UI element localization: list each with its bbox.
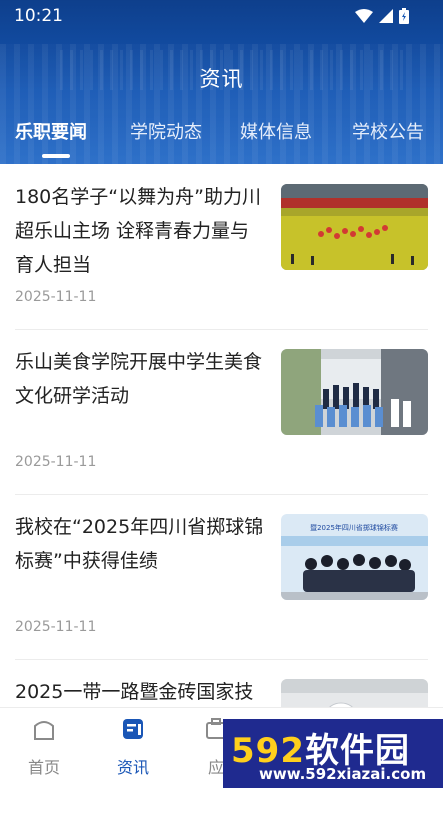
news-title: 我校在“2025年四川省掷球锦标赛”中获得佳绩	[15, 516, 264, 572]
tabbar-news[interactable]: 资讯	[103, 716, 163, 778]
tab-school-notices[interactable]: 学校公告	[352, 118, 424, 144]
signal-icon	[379, 9, 393, 23]
page-title: 资讯	[199, 67, 244, 91]
wifi-icon	[355, 9, 373, 23]
news-thumbnail	[281, 184, 428, 270]
news-title: 180名学子“以舞为舟”助力川超乐山主场 诠释青春力量与育人担当	[15, 186, 261, 276]
active-tab-indicator	[42, 154, 70, 158]
category-tabs: 乐职要闻 学院动态 媒体信息 学校公告	[0, 118, 443, 158]
thumb-banner-text: 暨2025年四川省掷球锦标赛	[310, 523, 398, 532]
watermark-url: www.592xiazai.com	[259, 765, 427, 783]
status-bar: 10:21	[0, 0, 443, 32]
news-item[interactable]: 180名学子“以舞为舟”助力川超乐山主场 诠释青春力量与育人担当 2025-11…	[15, 164, 428, 330]
news-title: 乐山美食学院开展中学生美食文化研学活动	[15, 351, 263, 407]
news-thumbnail: 暨2025年四川省掷球锦标赛	[281, 514, 428, 600]
news-title: 2025一带一路暨金砖国家技	[15, 681, 254, 703]
home-icon	[34, 721, 54, 740]
tabbar-label: 首页	[27, 758, 60, 777]
news-item[interactable]: 我校在“2025年四川省掷球锦标赛”中获得佳绩 2025-11-11 暨2025…	[15, 494, 428, 660]
news-thumbnail	[281, 349, 428, 435]
header: 10:21 资讯 乐职要闻 学院动态 媒体信息 学校公告	[0, 0, 443, 164]
tab-college-updates[interactable]: 学院动态	[130, 118, 202, 144]
watermark-logo: 592软件园 www.592xiazai.com	[223, 719, 443, 788]
news-date: 2025-11-11	[15, 454, 97, 470]
news-item[interactable]: 乐山美食学院开展中学生美食文化研学活动 2025-11-11	[15, 329, 428, 495]
tabbar-label: 资讯	[116, 758, 149, 777]
status-icons	[355, 8, 409, 24]
news-date: 2025-11-11	[15, 289, 97, 305]
tabbar-home[interactable]: 首页	[14, 716, 74, 778]
news-icon	[123, 719, 143, 739]
tab-lezhi-news[interactable]: 乐职要闻	[15, 118, 87, 144]
news-date: 2025-11-11	[15, 619, 97, 635]
status-time: 10:21	[14, 6, 63, 26]
battery-icon	[399, 8, 409, 24]
tab-media-info[interactable]: 媒体信息	[240, 118, 312, 144]
